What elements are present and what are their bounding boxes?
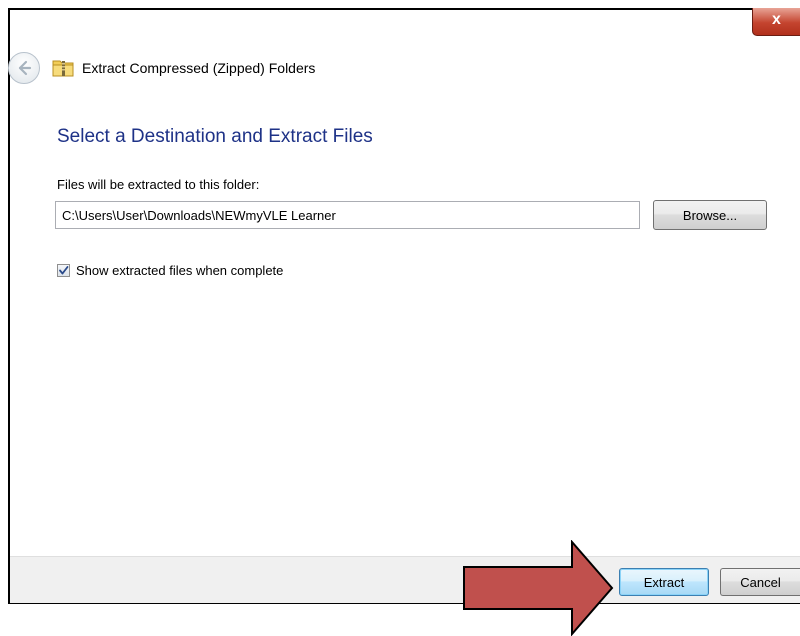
extract-button[interactable]: Extract [619, 568, 709, 596]
dialog-window [8, 8, 800, 604]
window-title: Extract Compressed (Zipped) Folders [82, 60, 316, 76]
destination-label: Files will be extracted to this folder: [57, 177, 260, 192]
zipped-folder-icon [52, 60, 74, 77]
destination-path-input[interactable] [55, 201, 640, 229]
show-files-option[interactable]: Show extracted files when complete [57, 263, 283, 278]
red-arrow-annotation [463, 540, 614, 636]
show-files-checkbox[interactable] [57, 264, 70, 277]
close-button[interactable]: x [752, 8, 800, 36]
back-arrow-icon [18, 60, 32, 76]
browse-button[interactable]: Browse... [653, 200, 767, 230]
back-button[interactable] [8, 52, 40, 84]
page-heading: Select a Destination and Extract Files [57, 126, 373, 147]
show-files-label: Show extracted files when complete [76, 263, 284, 278]
close-icon: x [772, 11, 781, 28]
cancel-button[interactable]: Cancel [720, 568, 800, 596]
checkmark-icon [59, 266, 69, 275]
